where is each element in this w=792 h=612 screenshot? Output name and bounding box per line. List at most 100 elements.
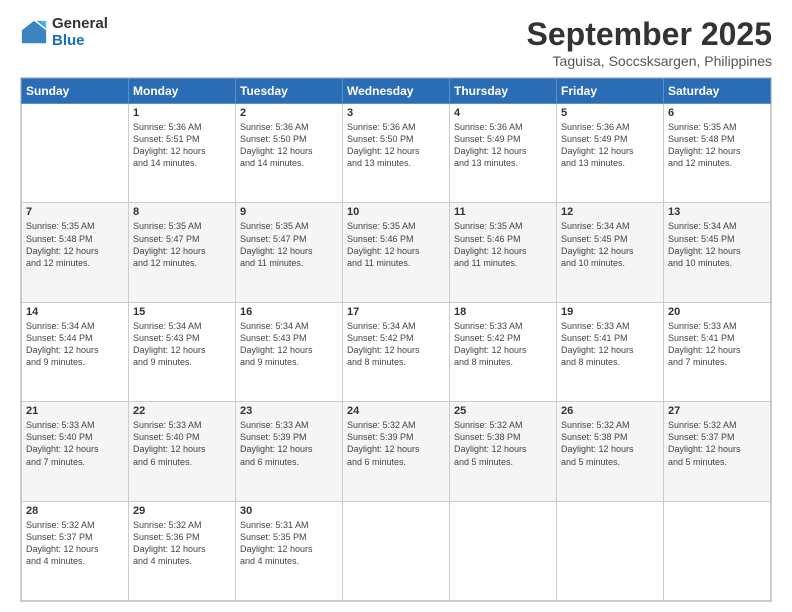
day-info: Sunrise: 5:36 AMSunset: 5:51 PMDaylight:… xyxy=(133,121,231,170)
col-monday: Monday xyxy=(129,79,236,104)
day-number: 2 xyxy=(240,107,338,119)
day-info: Sunrise: 5:35 AMSunset: 5:48 PMDaylight:… xyxy=(26,220,124,269)
table-row: 10 Sunrise: 5:35 AMSunset: 5:46 PMDayligh… xyxy=(343,203,450,302)
col-saturday: Saturday xyxy=(664,79,771,104)
day-number: 5 xyxy=(561,107,659,119)
table-row: 26Sunrise: 5:32 AMSunset: 5:38 PMDayligh… xyxy=(557,402,664,501)
day-number: 24 xyxy=(347,405,445,417)
title-block: September 2025 Taguisa, Soccsksargen, Ph… xyxy=(527,16,772,69)
logo-general-label: General xyxy=(52,16,108,33)
day-number: 16 xyxy=(240,306,338,318)
day-number: 13 xyxy=(668,206,766,218)
day-info: Sunrise: 5:32 AMSunset: 5:39 PMDaylight:… xyxy=(347,419,445,468)
month-title: September 2025 xyxy=(527,16,772,53)
calendar-week-row: 28 Sunrise: 5:32 AMSunset: 5:37 PMDayligh… xyxy=(22,501,771,600)
table-row: 25Sunrise: 5:32 AMSunset: 5:38 PMDayligh… xyxy=(450,402,557,501)
day-info: Sunrise: 5:33 AMSunset: 5:42 PMDaylight:… xyxy=(454,320,552,369)
table-row: 13 Sunrise: 5:34 AMSunset: 5:45 PMDayligh… xyxy=(664,203,771,302)
calendar-body: 1 Sunrise: 5:36 AMSunset: 5:51 PMDaylight… xyxy=(22,104,771,601)
table-row: 4 Sunrise: 5:36 AMSunset: 5:49 PMDaylight… xyxy=(450,104,557,203)
day-number: 6 xyxy=(668,107,766,119)
table-row: 20Sunrise: 5:33 AMSunset: 5:41 PMDayligh… xyxy=(664,302,771,401)
table-row: 17 Sunrise: 5:34 AMSunset: 5:42 PMDayligh… xyxy=(343,302,450,401)
col-friday: Friday xyxy=(557,79,664,104)
day-number: 7 xyxy=(26,206,124,218)
day-number: 11 xyxy=(454,206,552,218)
table-row: 15Sunrise: 5:34 AMSunset: 5:43 PMDayligh… xyxy=(129,302,236,401)
table-row: 7 Sunrise: 5:35 AMSunset: 5:48 PMDaylight… xyxy=(22,203,129,302)
day-number: 17 xyxy=(347,306,445,318)
day-number: 9 xyxy=(240,206,338,218)
day-info: Sunrise: 5:32 AMSunset: 5:37 PMDaylight:… xyxy=(26,519,124,568)
day-info: Sunrise: 5:34 AMSunset: 5:45 PMDaylight:… xyxy=(668,220,766,269)
day-info: Sunrise: 5:32 AMSunset: 5:37 PMDaylight:… xyxy=(668,419,766,468)
logo-text: General Blue xyxy=(52,16,108,49)
table-row xyxy=(343,501,450,600)
day-info: Sunrise: 5:32 AMSunset: 5:36 PMDaylight:… xyxy=(133,519,231,568)
day-number: 4 xyxy=(454,107,552,119)
table-row xyxy=(557,501,664,600)
day-info: Sunrise: 5:31 AMSunset: 5:35 PMDaylight:… xyxy=(240,519,338,568)
table-row: 30 Sunrise: 5:31 AMSunset: 5:35 PMDayligh… xyxy=(236,501,343,600)
day-info: Sunrise: 5:34 AMSunset: 5:44 PMDaylight:… xyxy=(26,320,124,369)
table-row: 16 Sunrise: 5:34 AMSunset: 5:43 PMDayligh… xyxy=(236,302,343,401)
day-number: 26 xyxy=(561,405,659,417)
day-info: Sunrise: 5:34 AMSunset: 5:42 PMDaylight:… xyxy=(347,320,445,369)
calendar-week-row: 7 Sunrise: 5:35 AMSunset: 5:48 PMDaylight… xyxy=(22,203,771,302)
table-row: 23 Sunrise: 5:33 AMSunset: 5:39 PMDayligh… xyxy=(236,402,343,501)
table-row: 3Sunrise: 5:36 AMSunset: 5:50 PMDaylight… xyxy=(343,104,450,203)
day-number: 23 xyxy=(240,405,338,417)
table-row xyxy=(664,501,771,600)
logo: General Blue xyxy=(20,16,108,49)
calendar-table: Sunday Monday Tuesday Wednesday Thursday… xyxy=(21,78,771,601)
col-sunday: Sunday xyxy=(22,79,129,104)
day-info: Sunrise: 5:35 AMSunset: 5:46 PMDaylight:… xyxy=(347,220,445,269)
location: Taguisa, Soccsksargen, Philippines xyxy=(527,53,772,69)
day-number: 1 xyxy=(133,107,231,119)
table-row: 29 Sunrise: 5:32 AMSunset: 5:36 PMDayligh… xyxy=(129,501,236,600)
calendar-header: Sunday Monday Tuesday Wednesday Thursday… xyxy=(22,79,771,104)
day-info: Sunrise: 5:36 AMSunset: 5:50 PMDaylight:… xyxy=(240,121,338,170)
day-number: 28 xyxy=(26,505,124,517)
day-number: 10 xyxy=(347,206,445,218)
day-info: Sunrise: 5:35 AMSunset: 5:47 PMDaylight:… xyxy=(240,220,338,269)
day-number: 21 xyxy=(26,405,124,417)
day-info: Sunrise: 5:33 AMSunset: 5:41 PMDaylight:… xyxy=(561,320,659,369)
calendar: Sunday Monday Tuesday Wednesday Thursday… xyxy=(20,77,772,602)
table-row xyxy=(22,104,129,203)
table-row: 22Sunrise: 5:33 AMSunset: 5:40 PMDayligh… xyxy=(129,402,236,501)
calendar-week-row: 14 Sunrise: 5:34 AMSunset: 5:44 PMDayligh… xyxy=(22,302,771,401)
day-number: 15 xyxy=(133,306,231,318)
weekday-row: Sunday Monday Tuesday Wednesday Thursday… xyxy=(22,79,771,104)
day-info: Sunrise: 5:34 AMSunset: 5:43 PMDaylight:… xyxy=(240,320,338,369)
table-row: 6 Sunrise: 5:35 AMSunset: 5:48 PMDaylight… xyxy=(664,104,771,203)
day-number: 14 xyxy=(26,306,124,318)
table-row: 18Sunrise: 5:33 AMSunset: 5:42 PMDayligh… xyxy=(450,302,557,401)
day-info: Sunrise: 5:33 AMSunset: 5:39 PMDaylight:… xyxy=(240,419,338,468)
table-row xyxy=(450,501,557,600)
day-info: Sunrise: 5:33 AMSunset: 5:40 PMDaylight:… xyxy=(133,419,231,468)
day-number: 29 xyxy=(133,505,231,517)
day-number: 30 xyxy=(240,505,338,517)
day-info: Sunrise: 5:35 AMSunset: 5:48 PMDaylight:… xyxy=(668,121,766,170)
table-row: 5 Sunrise: 5:36 AMSunset: 5:49 PMDaylight… xyxy=(557,104,664,203)
table-row: 1 Sunrise: 5:36 AMSunset: 5:51 PMDaylight… xyxy=(129,104,236,203)
table-row: 27Sunrise: 5:32 AMSunset: 5:37 PMDayligh… xyxy=(664,402,771,501)
day-number: 19 xyxy=(561,306,659,318)
day-info: Sunrise: 5:35 AMSunset: 5:46 PMDaylight:… xyxy=(454,220,552,269)
table-row: 9 Sunrise: 5:35 AMSunset: 5:47 PMDaylight… xyxy=(236,203,343,302)
calendar-week-row: 1 Sunrise: 5:36 AMSunset: 5:51 PMDaylight… xyxy=(22,104,771,203)
col-wednesday: Wednesday xyxy=(343,79,450,104)
day-number: 25 xyxy=(454,405,552,417)
header: General Blue September 2025 Taguisa, Soc… xyxy=(20,16,772,69)
table-row: 28 Sunrise: 5:32 AMSunset: 5:37 PMDayligh… xyxy=(22,501,129,600)
day-info: Sunrise: 5:35 AMSunset: 5:47 PMDaylight:… xyxy=(133,220,231,269)
logo-icon xyxy=(20,19,48,47)
day-info: Sunrise: 5:36 AMSunset: 5:49 PMDaylight:… xyxy=(561,121,659,170)
col-thursday: Thursday xyxy=(450,79,557,104)
col-tuesday: Tuesday xyxy=(236,79,343,104)
day-info: Sunrise: 5:36 AMSunset: 5:49 PMDaylight:… xyxy=(454,121,552,170)
table-row: 24 Sunrise: 5:32 AMSunset: 5:39 PMDayligh… xyxy=(343,402,450,501)
calendar-week-row: 21 Sunrise: 5:33 AMSunset: 5:40 PMDayligh… xyxy=(22,402,771,501)
table-row: 14 Sunrise: 5:34 AMSunset: 5:44 PMDayligh… xyxy=(22,302,129,401)
